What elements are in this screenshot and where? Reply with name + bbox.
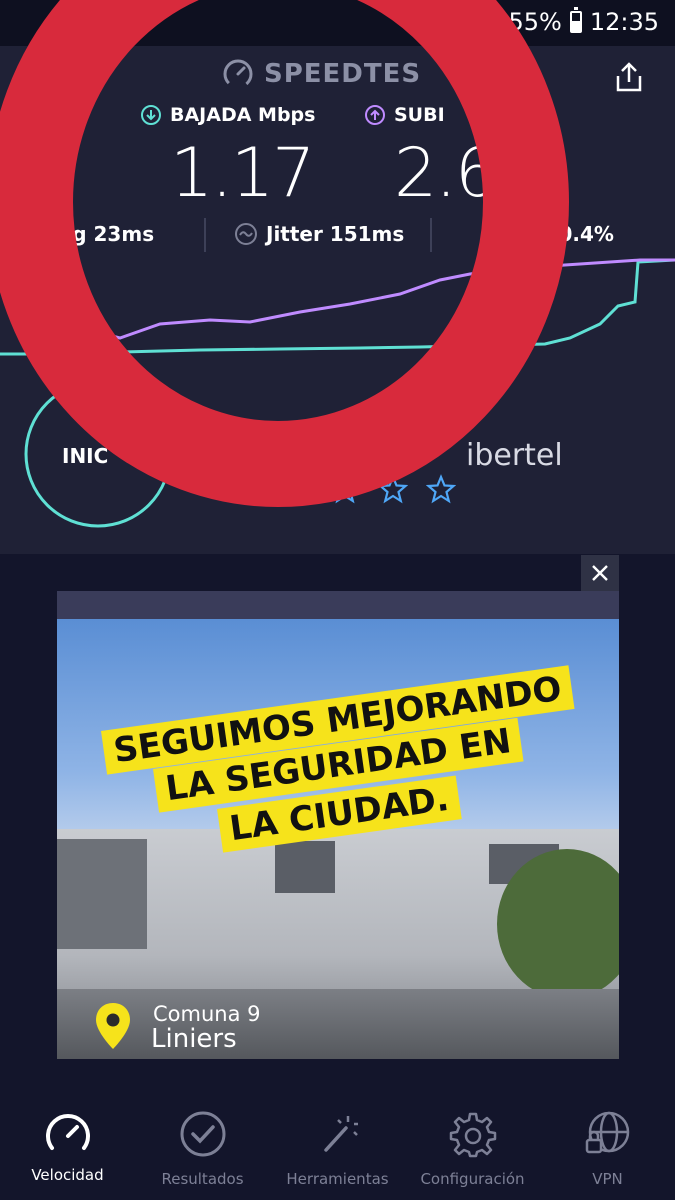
location-pin-icon [96, 1003, 130, 1049]
jitter-stat: Jitter 151ms [266, 222, 405, 246]
upload-label: SUBI [364, 104, 445, 126]
ad-location-name: Liniers [151, 1024, 237, 1054]
loss-stat: a 0.4% [538, 222, 614, 246]
nav-configuracion[interactable]: Configuración [405, 1092, 540, 1200]
bottom-navigation: Velocidad Resultados Herramientas Config… [0, 1092, 675, 1200]
start-button[interactable]: INIC [62, 444, 108, 468]
star-icon[interactable] [426, 474, 456, 504]
rating-stars[interactable] [330, 474, 456, 504]
close-icon [592, 565, 608, 581]
star-icon[interactable] [330, 474, 360, 504]
ad-location-district: Comuna 9 [153, 1002, 261, 1026]
upload-value: 2.6 [394, 134, 498, 213]
battery-percentage: 55% [508, 8, 562, 36]
star-icon[interactable] [378, 474, 408, 504]
share-icon [616, 62, 642, 92]
battery-icon [569, 7, 582, 33]
jitter-icon [235, 223, 257, 245]
isp-name: ibertel [466, 438, 563, 473]
status-bar: 55% 12:35 [0, 0, 675, 46]
ad-close-button[interactable] [581, 555, 619, 591]
nav-label-velocidad: Velocidad [31, 1166, 104, 1184]
brand-name: SPEEDTES [264, 59, 422, 89]
nav-label-configuracion: Configuración [420, 1170, 525, 1188]
gear-icon [449, 1112, 496, 1158]
status-indicators: 55% 12:35 [480, 7, 659, 36]
speedtest-panel: SPEEDTES BAJADA Mbps 1.17 SUBI 2.6 ng 23… [0, 46, 675, 554]
globe-lock-icon [585, 1111, 629, 1154]
checkmark-circle-icon [180, 1111, 225, 1157]
nav-label-vpn: VPN [592, 1170, 623, 1188]
clock: 12:35 [589, 8, 659, 36]
speedometer-logo-icon [223, 59, 253, 89]
nav-label-resultados: Resultados [161, 1170, 244, 1188]
share-button[interactable] [612, 60, 646, 98]
building-sign [57, 839, 147, 949]
ping-stat: ng 23ms [58, 222, 155, 246]
download-value: 1.17 [170, 134, 315, 213]
upload-label-text: SUBI [394, 104, 445, 126]
signal-icon [480, 12, 499, 32]
ad-banner-image[interactable]: SEGUIMOS MEJORANDO LA SEGURIDAD EN LA CI… [57, 619, 619, 1059]
nav-label-herramientas: Herramientas [286, 1170, 389, 1188]
nav-velocidad[interactable]: Velocidad [0, 1092, 135, 1200]
download-arrow-icon [141, 105, 161, 125]
nav-herramientas[interactable]: Herramientas [270, 1092, 405, 1200]
speedtest-logo: SPEEDTES [222, 58, 421, 90]
speedometer-icon [45, 1114, 90, 1150]
download-label-text: BAJADA Mbps [170, 104, 316, 126]
nav-vpn[interactable]: VPN [540, 1092, 675, 1200]
upload-line [79, 258, 675, 340]
ad-header-bar [57, 591, 619, 619]
magic-wand-icon [323, 1116, 358, 1152]
street-image [57, 989, 619, 1059]
building-window [275, 841, 335, 893]
nav-resultados[interactable]: Resultados [135, 1092, 270, 1200]
download-label: BAJADA Mbps [140, 104, 315, 126]
upload-arrow-icon [365, 105, 385, 125]
